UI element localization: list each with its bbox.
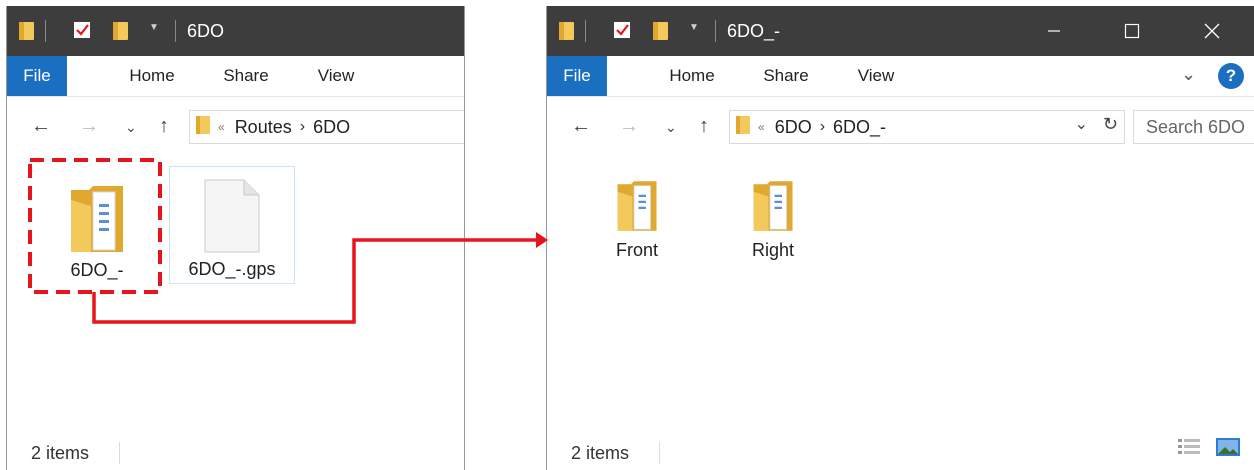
- help-icon[interactable]: ?: [1218, 63, 1244, 89]
- navigation-bar: ← → ⌄ ↑ « Routes › 6DO: [7, 97, 464, 157]
- status-bar-text: 2 items: [571, 443, 630, 463]
- maximize-button[interactable]: [1109, 6, 1155, 56]
- customize-toolbar-chevron-icon[interactable]: ▼: [149, 22, 159, 33]
- tab-share[interactable]: Share: [753, 56, 819, 96]
- recent-locations-chevron-icon[interactable]: ⌄: [665, 119, 677, 136]
- breadcrumb-item-6do[interactable]: 6DO: [313, 117, 350, 138]
- list-item[interactable]: 6DO_-: [37, 174, 157, 281]
- navigation-bar: ← → ⌄ ↑ « 6DO › 6DO_- ⌄ ↻ Search 6DO: [547, 97, 1254, 157]
- explorer-window-right: ▼ 6DO_- File Home Share View ⌄ ? ← → ⌄ ↑…: [546, 6, 1254, 470]
- explorer-window-left: ▼ 6DO File Home Share View ← → ⌄ ↑ « Rou…: [6, 6, 465, 470]
- address-dropdown-chevron-icon[interactable]: ⌄: [1075, 114, 1088, 134]
- expand-ribbon-chevron-icon[interactable]: ⌄: [1181, 64, 1196, 85]
- forward-arrow-icon[interactable]: →: [619, 115, 639, 138]
- quick-access-separator: [585, 20, 586, 42]
- new-folder-icon[interactable]: [113, 22, 128, 40]
- folder-icon[interactable]: [19, 22, 34, 40]
- overflow-chevron-icon[interactable]: «: [218, 120, 225, 134]
- folder-icon[interactable]: [559, 22, 574, 40]
- folder-icon: [37, 174, 157, 254]
- item-label: Right: [751, 240, 795, 260]
- up-arrow-icon[interactable]: ↑: [159, 115, 169, 138]
- search-placeholder: Search 6DO: [1146, 116, 1246, 137]
- title-bar: ▼ 6DO_-: [547, 6, 1254, 56]
- breadcrumb-separator-icon[interactable]: ›: [820, 118, 825, 136]
- item-label: 6DO_-: [70, 260, 124, 280]
- ribbon-tabs: File Home Share View: [7, 56, 464, 97]
- title-separator: [715, 20, 716, 42]
- recent-locations-chevron-icon[interactable]: ⌄: [125, 119, 137, 136]
- forward-arrow-icon[interactable]: →: [79, 115, 99, 138]
- tab-view[interactable]: View: [847, 56, 905, 96]
- breadcrumb-item-routes[interactable]: Routes: [235, 117, 292, 138]
- list-item[interactable]: Right: [733, 174, 813, 261]
- window-title: 6DO: [187, 21, 225, 41]
- file-icon: [170, 167, 294, 253]
- overflow-chevron-icon[interactable]: «: [758, 120, 765, 134]
- properties-icon[interactable]: [73, 21, 91, 39]
- window-title: 6DO_-: [727, 21, 781, 41]
- folder-icon: [196, 115, 210, 140]
- tab-view[interactable]: View: [307, 56, 365, 96]
- status-bar-separator: [119, 442, 120, 464]
- address-bar[interactable]: « 6DO › 6DO_- ⌄ ↻: [729, 110, 1125, 144]
- tab-file[interactable]: File: [547, 56, 607, 96]
- refresh-icon[interactable]: ↻: [1103, 114, 1118, 135]
- back-arrow-icon[interactable]: ←: [571, 115, 591, 138]
- breadcrumb-item-6do[interactable]: 6DO: [775, 117, 812, 138]
- tab-home[interactable]: Home: [659, 56, 725, 96]
- tab-file[interactable]: File: [7, 56, 67, 96]
- breadcrumb-item-6do-dash[interactable]: 6DO_-: [833, 117, 886, 138]
- folder-icon: [736, 115, 750, 140]
- customize-toolbar-chevron-icon[interactable]: ▼: [689, 22, 699, 33]
- large-icons-view-icon[interactable]: [1215, 437, 1241, 462]
- status-bar-separator: [659, 442, 660, 464]
- folder-icon: [597, 174, 677, 234]
- breadcrumb-separator-icon[interactable]: ›: [300, 118, 305, 136]
- minimize-button[interactable]: [1031, 6, 1077, 56]
- item-label: 6DO_-.gps: [188, 259, 276, 279]
- properties-icon[interactable]: [613, 21, 631, 39]
- quick-access-separator: [45, 20, 46, 42]
- new-folder-icon[interactable]: [653, 22, 668, 40]
- close-button[interactable]: [1189, 6, 1235, 56]
- up-arrow-icon[interactable]: ↑: [699, 115, 709, 138]
- title-separator: [175, 20, 176, 42]
- tab-home[interactable]: Home: [119, 56, 185, 96]
- status-bar-text: 2 items: [31, 443, 90, 463]
- search-input[interactable]: Search 6DO: [1133, 110, 1254, 144]
- back-arrow-icon[interactable]: ←: [31, 115, 51, 138]
- list-item[interactable]: Front: [597, 174, 677, 261]
- item-label: Front: [615, 240, 658, 260]
- folder-icon: [733, 174, 813, 234]
- ribbon-tabs: File Home Share View ⌄ ?: [547, 56, 1254, 97]
- tab-share[interactable]: Share: [213, 56, 279, 96]
- details-view-icon[interactable]: [1177, 437, 1201, 462]
- address-bar[interactable]: « Routes › 6DO: [189, 110, 464, 144]
- title-bar: ▼ 6DO: [7, 6, 464, 56]
- list-item[interactable]: 6DO_-.gps: [169, 166, 295, 284]
